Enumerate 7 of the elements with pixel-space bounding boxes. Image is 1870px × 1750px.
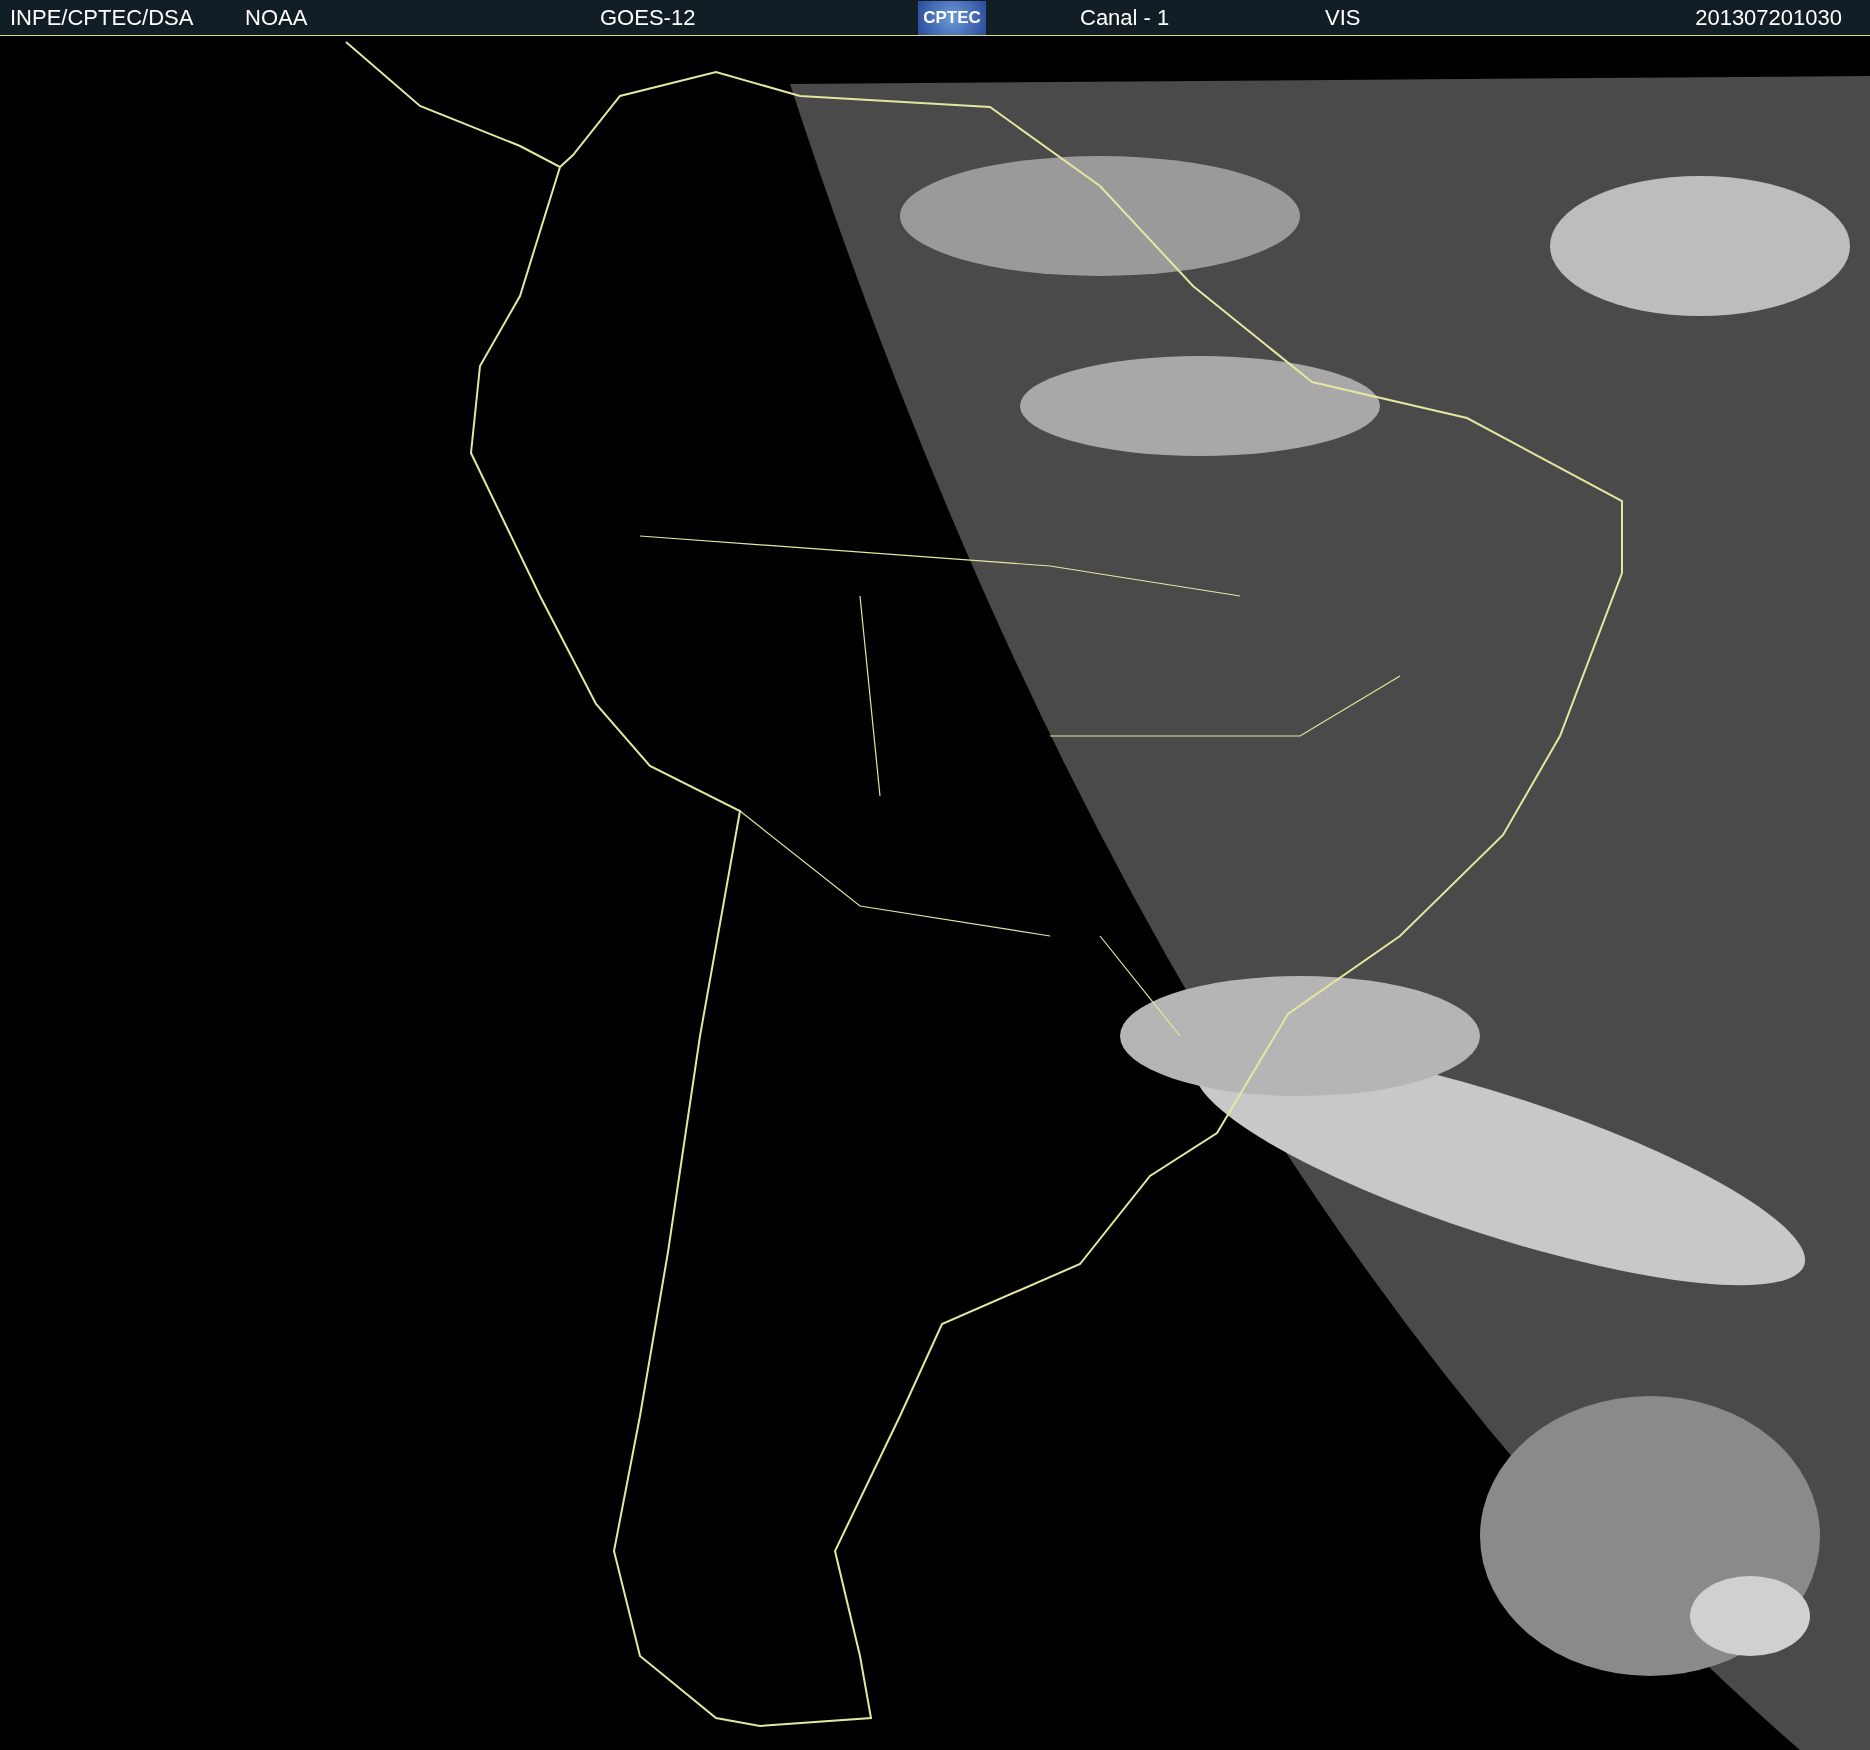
source-label: NOAA — [245, 4, 308, 31]
channel-label: Canal - 1 — [1080, 4, 1170, 31]
agency-label: INPE/CPTEC/DSA — [10, 4, 194, 31]
logo: CPTEC — [918, 0, 986, 35]
satellite-label: GOES-12 — [600, 4, 696, 31]
band-label: VIS — [1325, 4, 1361, 31]
timestamp: 201307201030 — [1695, 4, 1843, 31]
